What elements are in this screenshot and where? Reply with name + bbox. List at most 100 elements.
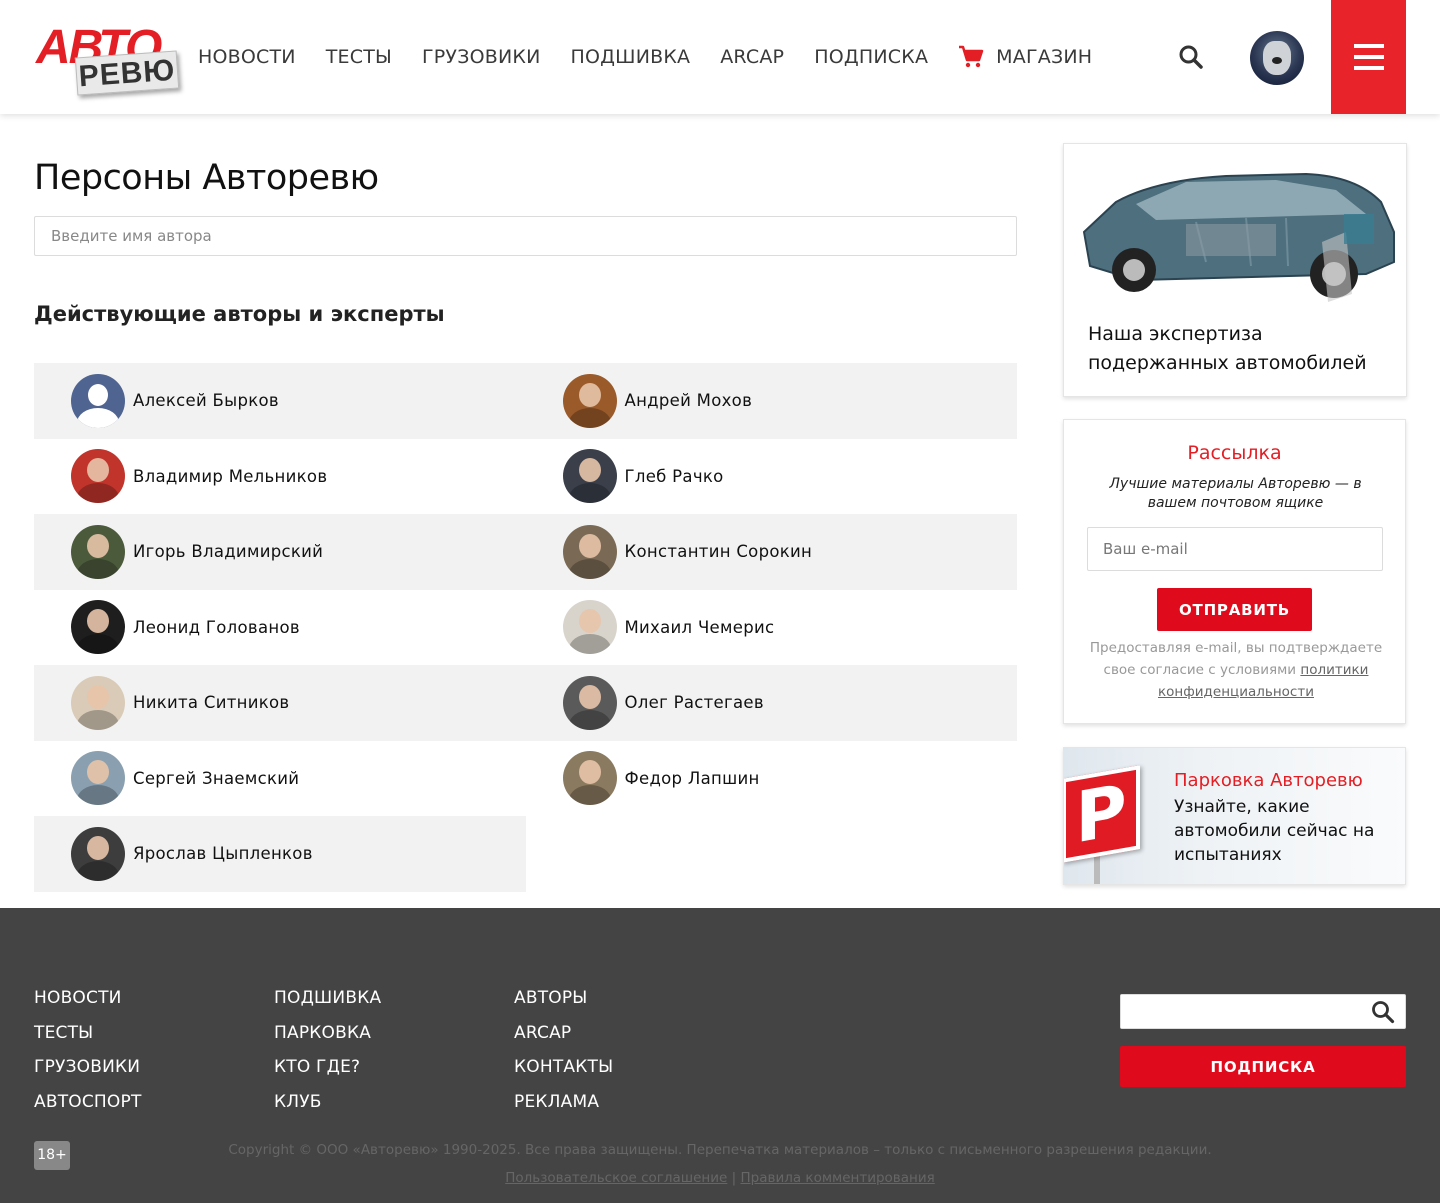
newsletter-title: Рассылка [1187,442,1282,464]
footer-link-trucks[interactable]: ГРУЗОВИКИ [34,1057,142,1079]
footer-link-news[interactable]: НОВОСТИ [34,988,142,1010]
footer-link-motorsport[interactable]: АВТОСПОРТ [34,1092,142,1114]
author-avatar [71,449,125,504]
menu-bar-icon [1353,66,1384,70]
authors-row: Алексей Бырков Андрей Мохов [34,363,1017,439]
footer-link-archive[interactable]: ПОДШИВКА [274,988,381,1010]
author-item[interactable]: Никита Ситников [34,665,526,741]
section-title: Действующие авторы и эксперты [34,302,445,326]
nav-trucks[interactable]: ГРУЗОВИКИ [422,46,541,68]
author-avatar [71,373,125,428]
footer-link-contacts[interactable]: КОНТАКТЫ [514,1057,613,1079]
author-name: Леонид Голованов [133,617,300,637]
author-item[interactable]: Михаил Чемерис [526,590,1018,666]
dog-avatar-icon [1263,41,1291,75]
expertise-text: Наша экспертиза подержанных автомобилей [1088,323,1367,374]
footer-column: НОВОСТИ ТЕСТЫ ГРУЗОВИКИ АВТОСПОРТ [34,988,142,1113]
author-item[interactable]: Константин Сорокин [525,514,1017,590]
author-name: Владимир Мельников [133,466,328,486]
empty-cell [525,816,1017,892]
nav-arcap[interactable]: ARCAP [720,46,784,68]
footer-link-who-where[interactable]: КТО ГДЕ? [274,1057,381,1079]
main-nav: НОВОСТИ ТЕСТЫ ГРУЗОВИКИ ПОДШИВКА ARCAP П… [198,0,1122,114]
author-name: Олег Растегаев [624,693,764,713]
cart-icon [959,45,984,68]
author-item[interactable]: Федор Лапшин [526,741,1018,817]
site-footer: НОВОСТИ ТЕСТЫ ГРУЗОВИКИ АВТОСПОРТ ПОДШИВ… [0,908,1440,1203]
legal-links: Пользовательское соглашение | Правила ко… [0,1170,1440,1186]
footer-link-parking[interactable]: ПАРКОВКА [274,1023,381,1045]
footer-link-tests[interactable]: ТЕСТЫ [34,1023,142,1045]
author-name: Игорь Владимирский [133,542,324,562]
menu-bar-icon [1353,55,1384,59]
newsletter-card: Рассылка Лучшие материалы Авторевю — в в… [1063,419,1406,724]
footer-search [1120,994,1406,1029]
newsletter-email-input[interactable] [1087,527,1383,571]
footer-search-input[interactable] [1121,995,1361,1028]
author-name: Ярослав Цыпленков [133,844,313,864]
author-avatar [562,751,617,806]
authors-row: Владимир Мельников Глеб Рачко [34,439,1017,515]
author-item[interactable]: Сергей Знаемский [34,741,526,817]
author-item[interactable]: Андрей Мохов [525,363,1017,439]
author-avatar [71,675,125,730]
author-avatar [71,524,125,579]
authors-row: Никита Ситников Олег Растегаев [34,665,1017,741]
legal-separator: | [731,1170,737,1186]
hamburger-menu-button[interactable] [1331,0,1406,114]
author-item[interactable]: Владимир Мельников [34,439,526,515]
author-name: Сергей Знаемский [133,768,300,788]
car-cutaway-image [1082,172,1395,302]
footer-link-club[interactable]: КЛУБ [274,1092,381,1114]
author-avatar [562,600,617,655]
copyright-text: Copyright © ООО «Авторевю» 1990-2025. Вс… [228,1142,1212,1158]
author-avatar [562,675,617,730]
nav-shop[interactable]: МАГАЗИН [958,45,1092,69]
author-avatar [562,524,617,579]
authors-row: Леонид Голованов Михаил Чемерис [34,590,1017,666]
logo-bottom-text: РЕВЮ [74,50,180,96]
newsletter-submit-button[interactable]: ОТПРАВИТЬ [1157,588,1312,631]
author-name: Никита Ситников [133,693,290,713]
author-avatar [71,826,125,881]
author-item[interactable]: Олег Растегаев [525,665,1017,741]
author-avatar [71,751,125,806]
page-title: Персоны Авторевю [34,158,379,198]
parking-card[interactable]: P Парковка Авторевю Узнайте, какие автом… [1063,747,1406,885]
newsletter-subtitle: Лучшие материалы Авторевю — в вашем почт… [1109,476,1362,511]
author-item[interactable]: Алексей Бырков [34,363,526,439]
footer-link-arcap[interactable]: ARCAP [514,1023,613,1045]
comment-rules-link[interactable]: Правила комментирования [741,1170,935,1186]
footer-column: ПОДШИВКА ПАРКОВКА КТО ГДЕ? КЛУБ [274,988,381,1113]
author-item[interactable]: Глеб Рачко [526,439,1018,515]
author-name: Федор Лапшин [624,768,760,788]
expertise-card[interactable]: Наша экспертиза подержанных автомобилей [1063,143,1407,397]
authors-row: Ярослав Цыпленков [34,816,1017,892]
parking-text: Узнайте, какие автомобили сейчас на испы… [1174,797,1375,865]
author-name: Алексей Бырков [133,391,279,411]
author-avatar [562,373,617,428]
nav-archive[interactable]: ПОДШИВКА [570,46,690,68]
site-logo[interactable]: АВТО РЕВЮ [36,20,181,96]
author-item[interactable]: Игорь Владимирский [34,514,526,590]
search-icon[interactable] [1178,44,1204,70]
author-item[interactable]: Ярослав Цыпленков [34,816,526,892]
user-avatar[interactable] [1250,31,1304,85]
nav-subscription[interactable]: ПОДПИСКА [814,46,928,68]
parking-sign-icon: P [1064,765,1140,863]
footer-link-ads[interactable]: РЕКЛАМА [514,1092,613,1114]
author-name: Андрей Мохов [624,391,753,411]
newsletter-consent-note: Предоставляя e-mail, вы подтверждаете св… [1086,637,1386,703]
search-icon[interactable] [1371,1000,1395,1024]
menu-bar-icon [1353,44,1384,48]
author-avatar [562,449,617,504]
nav-news[interactable]: НОВОСТИ [198,46,296,68]
footer-link-authors[interactable]: АВТОРЫ [514,988,613,1010]
footer-subscribe-button[interactable]: ПОДПИСКА [1120,1046,1406,1087]
user-agreement-link[interactable]: Пользовательское соглашение [505,1170,727,1186]
nav-tests[interactable]: ТЕСТЫ [326,46,392,68]
parking-title: Парковка Авторевю [1174,770,1363,791]
authors-row: Сергей Знаемский Федор Лапшин [34,741,1017,817]
author-item[interactable]: Леонид Голованов [34,590,526,666]
author-search-input[interactable] [34,216,1017,256]
